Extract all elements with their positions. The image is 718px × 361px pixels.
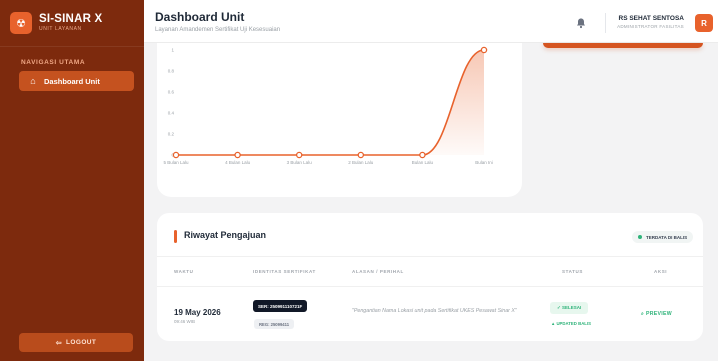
row-time: 09:46 WIB	[174, 319, 196, 324]
column-header-aksi: AKSI	[654, 269, 668, 274]
logout-icon: ⇦	[55, 339, 63, 347]
sidebar: ☢ SI-SINAR X UNIT LAYANAN NAVIGASI UTAMA…	[0, 0, 144, 361]
x-tick-label: 2 Bulan Lalu	[348, 160, 374, 165]
y-tick-label: 1	[171, 48, 174, 53]
app-name: SI-SINAR X	[39, 12, 103, 25]
line-chart: 10.80.60.40.205 Bulan Lalu 4 Bulan Lalu 3 …	[163, 46, 493, 165]
data-point	[480, 46, 488, 54]
divider	[157, 286, 703, 287]
data-point	[419, 151, 426, 159]
data-point	[295, 151, 303, 159]
stat-card-edge	[543, 43, 703, 48]
sidebar-item-dashboard-unit[interactable]: ⌂ Dashboard Unit	[19, 71, 134, 91]
user-role: ADMINISTRATOR FASILITAS	[617, 24, 684, 29]
logout-button[interactable]: ⇦ LOGOUT	[19, 333, 133, 352]
status-updated-label: ▲ UPDATED BALIS	[551, 321, 591, 326]
status-badge-selesai: ✓ SELESAI	[550, 302, 589, 314]
sidebar-item-label: Dashboard Unit	[44, 76, 100, 86]
home-icon: ⌂	[30, 76, 36, 86]
column-header-status: STATUS	[562, 269, 583, 274]
badge-label: TERDATA DI BALIS	[646, 234, 688, 240]
column-header-alasan: ALASAN / PERIHAL	[352, 269, 404, 274]
series-line	[176, 49, 485, 156]
data-point	[357, 151, 365, 159]
section-accent-bar	[174, 230, 177, 243]
page-title: Dashboard Unit	[155, 10, 245, 24]
row-reason: "Pengantian Nama Lokasi unit pada Sertif…	[352, 308, 517, 314]
history-title: Riwayat Pengajuan	[184, 230, 267, 240]
radiation-icon: ☢	[10, 12, 32, 34]
history-card: Riwayat Pengajuan TERDATA DI BALIS WAKTU…	[157, 213, 703, 341]
page-subtitle: Layanan Amandemen Sertifikat Uji Kesesua…	[155, 27, 281, 33]
y-tick-label: 0.4	[168, 111, 175, 116]
nav-section-label: NAVIGASI UTAMA	[21, 59, 86, 66]
column-header-identitas: IDENTITAS SERTIFIKAT	[253, 269, 316, 274]
x-tick-label: 5 Bulan Lalu	[163, 160, 189, 165]
serial-number-badge: SER: 250991110721F	[253, 300, 308, 312]
row-date: 19 May 2026	[174, 308, 221, 317]
y-tick-label: 0.6	[168, 90, 175, 95]
brand[interactable]: ☢ SI-SINAR X UNIT LAYANAN	[10, 8, 134, 38]
header-divider	[605, 13, 606, 33]
column-header-waktu: WAKTU	[174, 269, 194, 274]
bell-icon[interactable]	[575, 17, 587, 29]
x-tick-label: 4 Bulan Lalu	[225, 160, 251, 165]
x-tick-label: 3 Bulan Lalu	[287, 160, 313, 165]
registration-number-badge: REG: 25099411	[254, 319, 295, 329]
app-subtitle: UNIT LAYANAN	[39, 26, 82, 33]
logout-label: LOGOUT	[66, 339, 97, 346]
y-tick-label: 0.8	[168, 69, 175, 74]
x-tick-label: Bulan Lalu	[412, 160, 434, 165]
status-dot-icon	[638, 235, 642, 239]
sidebar-divider	[0, 46, 144, 47]
chart-card: 1 0.8 0.6 0.4 0.2 0 5 Bulan Lalu 4 Bulan Lalu 3 …	[157, 43, 522, 197]
y-tick-label: 0.2	[168, 132, 175, 137]
top-header: Dashboard Unit Layanan Amandemen Sertifi…	[144, 0, 718, 43]
preview-label: PREVIEW	[645, 311, 672, 317]
data-point	[172, 151, 180, 159]
divider	[157, 256, 703, 257]
data-point	[234, 151, 241, 159]
preview-button[interactable]: ⌕ PREVIEW	[641, 311, 672, 318]
user-name: RS SEHAT SENTOSA	[618, 15, 685, 22]
status-badge: TERDATA DI BALIS	[632, 231, 694, 243]
x-tick-label: Bulan Ini	[475, 160, 493, 165]
avatar[interactable]: R	[695, 14, 713, 32]
series-area	[176, 50, 484, 155]
search-icon: ⌕	[641, 311, 645, 317]
